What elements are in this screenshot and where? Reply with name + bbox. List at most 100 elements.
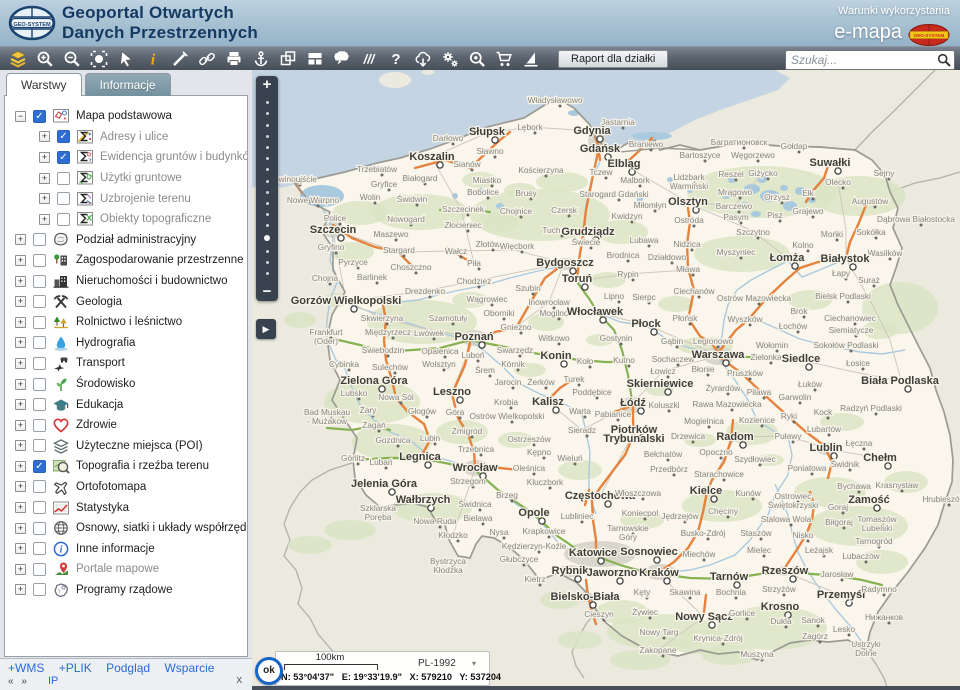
layer-label[interactable]: Środowisko [76, 378, 135, 390]
expand-toggle-icon[interactable]: − [15, 111, 26, 122]
layer-label[interactable]: Portale mapowe [76, 563, 159, 575]
settings-icon[interactable] [436, 48, 463, 70]
cloud-download-icon[interactable] [409, 48, 436, 70]
layer-label[interactable]: Inne informacje [76, 543, 155, 555]
layer-checkbox[interactable] [33, 233, 46, 246]
ok-button[interactable]: ok [255, 657, 283, 685]
layer-row[interactable]: +Statystyka [5, 497, 247, 518]
layer-row[interactable]: + Zdrowie [5, 415, 247, 436]
layer-row[interactable]: +Uzbrojenie terenu [5, 188, 247, 209]
layer-label[interactable]: Geologia [76, 296, 122, 308]
close-footer-icon[interactable]: x [237, 674, 243, 686]
layer-row[interactable]: +Programy rządowe [5, 580, 247, 601]
crs-select[interactable]: PL-1992 [418, 658, 456, 669]
zoom-level-dot[interactable] [266, 101, 269, 104]
print-icon[interactable] [220, 48, 247, 70]
layer-row[interactable]: + Środowisko [5, 374, 247, 395]
layer-checkbox[interactable] [57, 192, 70, 205]
layer-label[interactable]: Zdrowie [76, 419, 117, 431]
layer-label[interactable]: Użytki gruntowe [100, 172, 182, 184]
panel-layout-icon[interactable] [301, 48, 328, 70]
layer-label[interactable]: Mapa podstawowa [76, 110, 172, 122]
expand-toggle-icon[interactable]: + [15, 481, 26, 492]
layer-label[interactable]: Programy rządowe [76, 584, 173, 596]
cursor-icon[interactable] [112, 48, 139, 70]
tab-informacje[interactable]: Informacje [85, 73, 171, 96]
layer-checkbox[interactable] [57, 213, 70, 226]
layer-label[interactable]: Osnowy, siatki i układy współrzędnych [76, 522, 248, 534]
expand-toggle-icon[interactable]: + [15, 523, 26, 534]
expand-toggle-icon[interactable]: + [15, 440, 26, 451]
layer-row[interactable]: + Użytki gruntowe [5, 168, 247, 189]
layer-label[interactable]: Edukacja [76, 399, 123, 411]
sidebar-collapse-toggle[interactable]: ▶ [256, 319, 276, 339]
layer-checkbox[interactable] [57, 172, 70, 185]
layer-checkbox[interactable] [33, 316, 46, 329]
support-link[interactable]: Wsparcie [164, 661, 214, 675]
layers-icon[interactable] [4, 48, 31, 70]
layer-row[interactable]: + Osnowy, siatki i układy współrzędnych [5, 518, 247, 539]
expand-toggle-icon[interactable]: + [15, 420, 26, 431]
expand-toggle-icon[interactable]: + [15, 358, 26, 369]
layer-checkbox[interactable] [33, 439, 46, 452]
zoom-level-dot[interactable] [266, 135, 269, 138]
layer-row[interactable]: + ✓ Ewidencja gruntów i budynków [5, 147, 247, 168]
layer-label[interactable]: Nieruchomości i budownictwo [76, 275, 227, 287]
zoom-level-dot[interactable] [266, 180, 269, 183]
e-mapa-brand[interactable]: e-mapa [834, 21, 902, 44]
help-icon[interactable]: ? [382, 48, 409, 70]
layer-checkbox[interactable] [33, 295, 46, 308]
zoom-slider[interactable] [256, 101, 278, 275]
layer-row[interactable]: +Rolnictwo i leśnictwo [5, 312, 247, 333]
layer-checkbox[interactable] [33, 275, 46, 288]
layer-checkbox[interactable]: ✓ [57, 151, 70, 164]
layer-row[interactable]: + Ortofotomapa [5, 477, 247, 498]
layer-checkbox[interactable] [33, 336, 46, 349]
layer-checkbox[interactable]: ✓ [33, 110, 46, 123]
expand-toggle-icon[interactable]: + [15, 379, 26, 390]
layer-row[interactable]: +Użyteczne miejsca (POI) [5, 436, 247, 457]
expand-toggle-icon[interactable]: + [15, 234, 26, 245]
search-input[interactable] [786, 53, 937, 67]
layer-row[interactable]: +iInne informacje [5, 538, 247, 559]
layer-label[interactable]: Hydrografia [76, 337, 135, 349]
slashes-icon[interactable]: /// [355, 48, 382, 70]
layer-checkbox[interactable]: ✓ [33, 460, 46, 473]
terms-link[interactable]: Warunki wykorzystania [838, 5, 950, 17]
expand-toggle-icon[interactable]: + [39, 193, 50, 204]
zoom-level-dot[interactable] [266, 224, 269, 227]
layer-label[interactable]: Zagospodarowanie przestrzenne [76, 254, 244, 266]
zoom-level-dot[interactable] [266, 157, 269, 160]
preview-link[interactable]: Podgląd [106, 661, 150, 675]
expand-toggle-icon[interactable]: + [39, 173, 50, 184]
add-wms-link[interactable]: +WMS [8, 661, 44, 675]
zoom-out-button[interactable]: − [256, 283, 278, 300]
layer-label[interactable]: Obiekty topograficzne [100, 213, 211, 225]
expand-toggle-icon[interactable]: + [39, 152, 50, 163]
zoom-level-dot[interactable] [266, 202, 269, 205]
layer-row[interactable]: +✓Adresy i ulice [5, 127, 247, 148]
expand-toggle-icon[interactable]: + [15, 461, 26, 472]
layer-label[interactable]: Ewidencja gruntów i budynków [100, 151, 248, 163]
layer-label[interactable]: Topografia i rzeźba terenu [76, 460, 209, 472]
expand-toggle-icon[interactable]: + [39, 214, 50, 225]
zoom-level-dot[interactable] [266, 168, 269, 171]
callout-icon[interactable] [328, 48, 355, 70]
layer-checkbox[interactable] [33, 378, 46, 391]
layer-row[interactable]: −✓ Mapa podstawowa [5, 106, 247, 127]
expand-toggle-icon[interactable]: + [15, 543, 26, 554]
prev-arrow-icon[interactable]: « [8, 676, 14, 687]
zoom-level-current[interactable] [264, 235, 270, 241]
layer-checkbox[interactable] [33, 254, 46, 267]
zoom-level-dot[interactable] [266, 272, 269, 275]
measure-icon[interactable] [166, 48, 193, 70]
layer-checkbox[interactable] [33, 563, 46, 576]
layer-label[interactable]: Ortofotomapa [76, 481, 146, 493]
layer-checkbox[interactable] [33, 480, 46, 493]
chevron-down-icon[interactable]: ▾ [472, 659, 476, 668]
expand-toggle-icon[interactable]: + [15, 317, 26, 328]
zoom-level-dot[interactable] [266, 146, 269, 149]
layer-label[interactable]: Podział administracyjny [76, 234, 196, 246]
report-for-parcel-button[interactable]: Raport dla działki [558, 50, 668, 68]
layer-checkbox[interactable] [33, 542, 46, 555]
